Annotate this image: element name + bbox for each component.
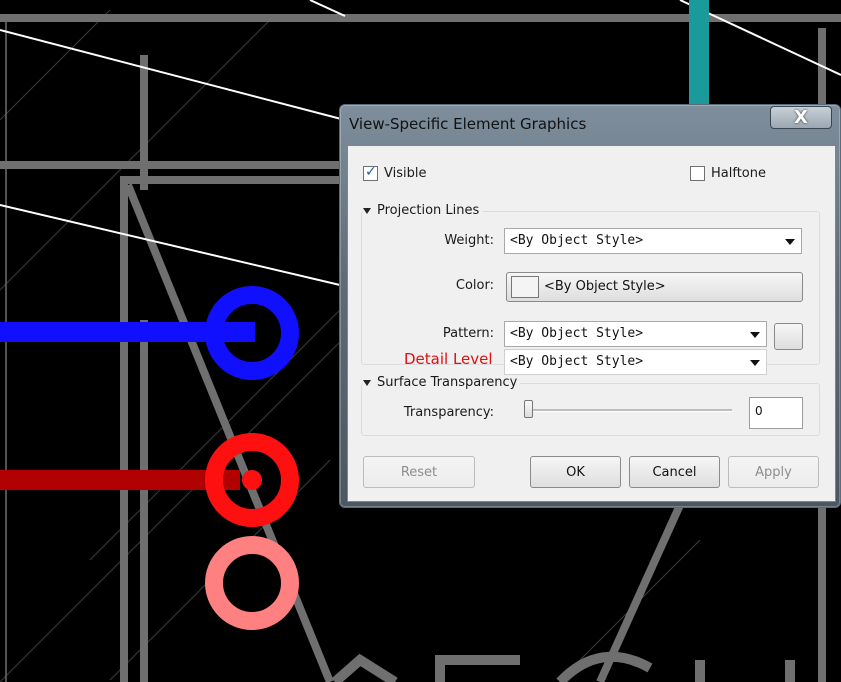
weight-dropdown[interactable]: <By Object Style> <box>504 228 802 254</box>
reset-button[interactable]: Reset <box>363 456 475 488</box>
surface-transparency-header[interactable]: Surface Transparency <box>363 375 521 390</box>
apply-button[interactable]: Apply <box>728 456 819 488</box>
color-label: Color: <box>455 278 494 293</box>
pattern-dropdown[interactable]: <By Object Style> <box>504 321 767 347</box>
red-fitting-core <box>242 470 262 490</box>
collapse-triangle-icon <box>363 379 371 386</box>
teal-pipe <box>689 0 709 106</box>
transparency-input[interactable]: 0 <box>749 397 803 429</box>
visible-label: Visible <box>384 166 427 181</box>
detail-level-annotation: Detail Level <box>404 350 493 368</box>
checkbox-checked-icon: ✓ <box>365 164 377 180</box>
transparency-slider-track[interactable] <box>528 409 732 412</box>
close-icon: X <box>794 107 808 128</box>
weight-value: <By Object Style> <box>510 233 644 248</box>
detail-level-dropdown[interactable]: <By Object Style> <box>504 349 767 375</box>
collapse-triangle-icon <box>363 207 371 214</box>
projection-lines-header[interactable]: Projection Lines <box>363 203 483 218</box>
halftone-checkbox[interactable] <box>690 166 705 181</box>
element-graphics-dialog: View-Specific Element Graphics X ✓ Visib… <box>339 104 841 508</box>
transparency-label: Transparency: <box>403 405 494 420</box>
visible-checkbox[interactable]: ✓ <box>363 164 378 181</box>
halftone-label: Halftone <box>711 166 766 181</box>
dropdown-arrow-icon <box>750 360 760 366</box>
pattern-label: Pattern: <box>442 326 494 341</box>
cancel-button[interactable]: Cancel <box>629 456 720 488</box>
color-swatch <box>511 276 539 298</box>
pattern-value: <By Object Style> <box>510 326 644 341</box>
dialog-title: View-Specific Element Graphics <box>349 115 587 133</box>
transparency-value: 0 <box>755 404 763 418</box>
dropdown-arrow-icon <box>750 332 760 338</box>
pattern-browse-button[interactable] <box>774 323 803 350</box>
dark-red-pipe <box>0 470 240 490</box>
transparency-slider-thumb[interactable] <box>524 400 533 418</box>
detail-level-value: <By Object Style> <box>510 354 644 369</box>
color-value: <By Object Style> <box>544 279 666 294</box>
color-button[interactable]: <By Object Style> <box>506 272 803 302</box>
dropdown-arrow-icon <box>785 239 795 245</box>
close-button[interactable]: X <box>770 106 832 129</box>
weight-label: Weight: <box>444 233 494 248</box>
ok-button[interactable]: OK <box>530 456 621 488</box>
dialog-body: ✓ Visible Halftone Projection Lines Weig… <box>347 145 836 502</box>
